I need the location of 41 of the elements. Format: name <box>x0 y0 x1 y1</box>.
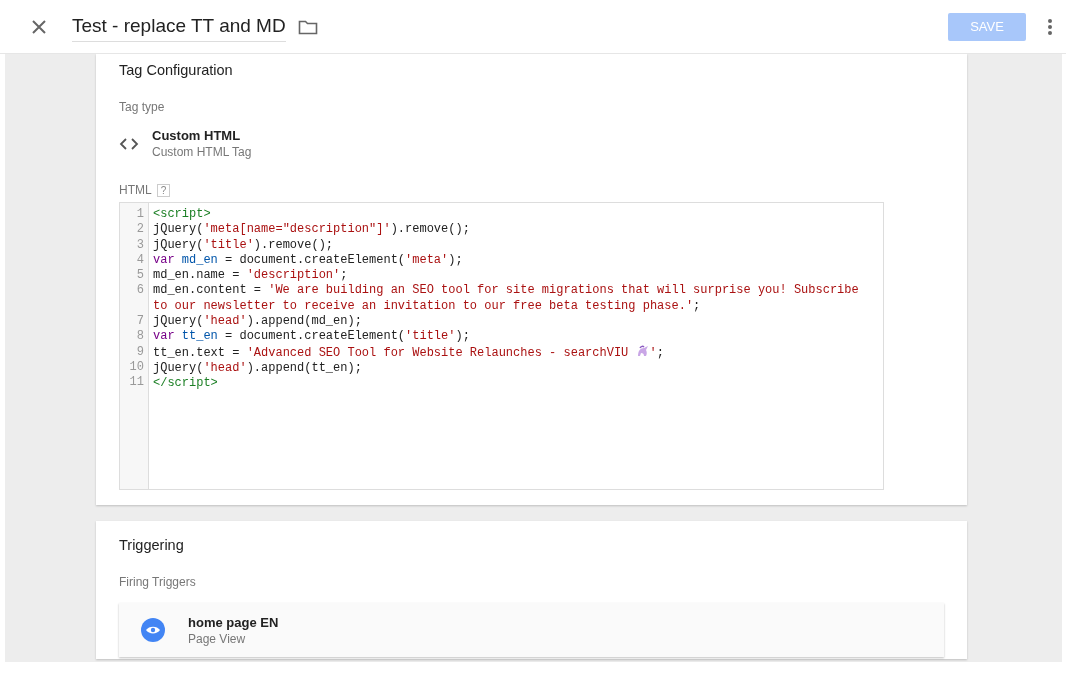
tag-type-name: Custom HTML <box>152 128 242 143</box>
code-line: </script> <box>153 376 219 392</box>
line-number: 11 <box>129 375 144 390</box>
close-icon[interactable] <box>32 19 46 34</box>
code-icon <box>119 137 139 150</box>
code-editor[interactable] <box>119 202 884 490</box>
tag-type-description: Custom HTML Tag <box>152 145 252 159</box>
code-line: md_en.name = 'description'; <box>153 268 349 284</box>
code-line: jQuery('title').remove(); <box>153 237 335 253</box>
code-line: var md_en = document.createElement('meta'); <box>153 252 464 269</box>
section-title: Triggering <box>119 537 185 553</box>
more-icon[interactable] <box>1048 18 1052 35</box>
code-line: jQuery('head').append(tt_en); <box>153 360 363 377</box>
trigger-type: Page View <box>188 631 247 646</box>
line-number: 10 <box>129 359 144 374</box>
section-title: Tag Configuration <box>119 62 234 78</box>
unicorn-icon <box>635 344 650 357</box>
line-number: 4 <box>136 252 144 267</box>
field-label: Tag type <box>119 100 166 114</box>
folder-icon[interactable] <box>297 18 318 35</box>
line-number: 5 <box>136 268 144 283</box>
tag-name-field[interactable]: Test - replace TT and MD <box>72 11 286 42</box>
line-number: 1 <box>136 207 144 221</box>
eye-icon <box>141 618 165 642</box>
code-line: <script> <box>153 207 212 223</box>
line-number: 9 <box>136 344 144 359</box>
code-line: tt_en.text = 'Advanced SEO Tool for Website Relaunches - searchVIU '; <box>153 344 665 361</box>
trigger-name: home page EN <box>188 614 279 630</box>
code-line: jQuery('head').append(md_en); <box>153 314 363 330</box>
field-label: HTML <box>119 183 152 197</box>
help-badge[interactable]: ? <box>156 183 171 197</box>
line-number: 2 <box>136 222 144 237</box>
line-number: 8 <box>136 329 144 344</box>
code-line: jQuery('meta[name="description"]').remove(); <box>153 222 471 238</box>
line-number: 7 <box>136 314 144 329</box>
line-number: 6 <box>136 283 144 298</box>
field-label: Firing Triggers <box>119 575 197 589</box>
trigger-item[interactable]: home page EN Page View <box>119 603 944 657</box>
line-number: 3 <box>136 237 144 252</box>
code-line: md_en.content = 'We are building an SEO tool for site migrations that will surprise you! Subscribe to our newsletter to receive an invitation to our free beta testing phase.'; <box>153 283 860 315</box>
code-line: var tt_en = document.createElement('title'); <box>153 329 471 345</box>
